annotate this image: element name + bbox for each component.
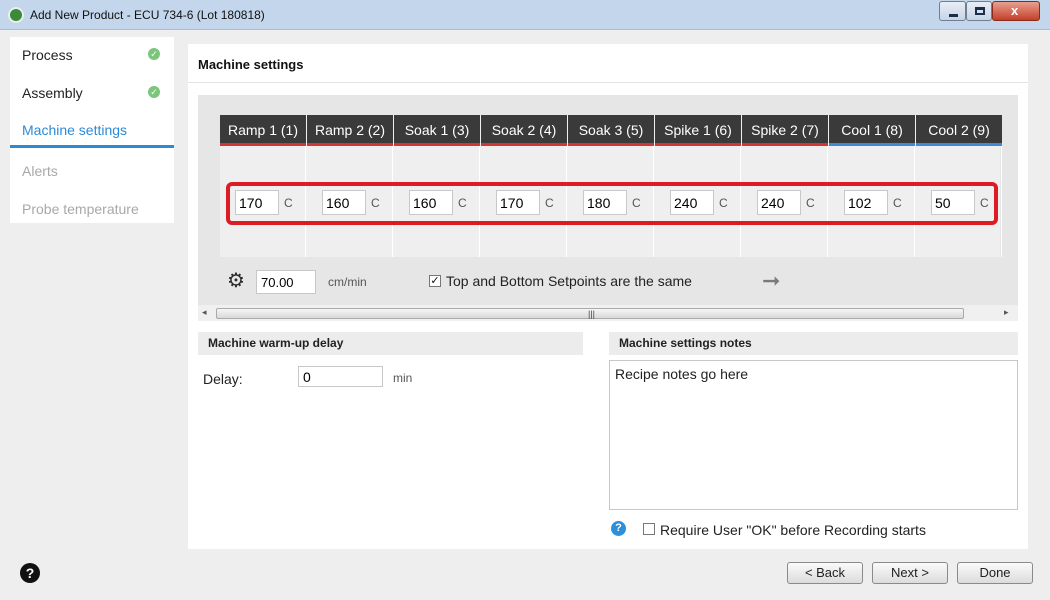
zone-header: Spike 1 (6) [655, 115, 741, 146]
sidebar-item-label: Process [22, 47, 73, 63]
sidebar-item-label: Alerts [22, 163, 58, 179]
sidebar-item-label: Machine settings [22, 122, 128, 138]
sidebar-item-probe-temperature: Probe temperature [10, 191, 174, 227]
next-button[interactable]: Next > [872, 562, 948, 584]
info-icon[interactable]: ? [611, 521, 626, 536]
same-setpoints-label: Top and Bottom Setpoints are the same [446, 273, 692, 289]
zone-header: Cool 1 (8) [829, 115, 915, 146]
setpoints-highlight [226, 182, 998, 225]
minimize-button[interactable] [939, 1, 966, 21]
done-button[interactable]: Done [957, 562, 1033, 584]
maximize-button[interactable] [966, 1, 992, 21]
zone-header: Soak 3 (5) [568, 115, 654, 146]
close-window-button[interactable]: x [992, 1, 1040, 21]
page-title: Machine settings [198, 57, 304, 72]
zone-header: Soak 1 (3) [394, 115, 480, 146]
window-title: Add New Product - ECU 734-6 (Lot 180818) [30, 8, 265, 22]
horizontal-scrollbar[interactable]: ◂ ||| ▸ [198, 305, 1018, 321]
app-icon [8, 7, 24, 23]
delay-label: Delay: [203, 371, 243, 387]
same-setpoints-checkbox[interactable]: ✓ [429, 275, 441, 287]
main-panel: Machine settings Ramp 1 (1)CRamp 2 (2)CS… [188, 44, 1028, 549]
zone-header: Ramp 1 (1) [220, 115, 306, 146]
scrollbar-thumb[interactable]: ||| [216, 308, 964, 319]
scroll-left-icon[interactable]: ◂ [202, 307, 207, 318]
zone-header: Cool 2 (9) [916, 115, 1002, 146]
notes-textarea[interactable]: Recipe notes go here [609, 360, 1018, 510]
scroll-right-icon[interactable]: ▸ [1004, 307, 1009, 318]
sidebar-item-alerts: Alerts [10, 153, 174, 189]
sidebar-item-machine-settings[interactable]: Machine settings [10, 112, 174, 148]
arrow-right-icon[interactable]: ➞ [762, 268, 780, 294]
back-button[interactable]: < Back [787, 562, 863, 584]
zone-header: Ramp 2 (2) [307, 115, 393, 146]
sidebar-item-label: Probe temperature [22, 201, 139, 217]
help-icon[interactable]: ? [20, 563, 40, 583]
delay-input[interactable] [298, 366, 383, 387]
sidebar-item-label: Assembly [22, 85, 83, 101]
minimize-icon [949, 14, 958, 17]
zone-header: Spike 2 (7) [742, 115, 828, 146]
require-ok-checkbox[interactable] [643, 523, 655, 535]
check-icon: ✓ [148, 48, 160, 60]
close-icon: x [1011, 3, 1019, 18]
warmup-section-header: Machine warm-up delay [198, 332, 583, 355]
sidebar-nav: Process ✓ Assembly ✓ Machine settings Al… [10, 37, 174, 223]
require-ok-label: Require User "OK" before Recording start… [660, 522, 926, 538]
maximize-icon [975, 7, 985, 15]
sidebar-item-assembly[interactable]: Assembly ✓ [10, 75, 174, 111]
notes-section-header: Machine settings notes [609, 332, 1018, 355]
title-bar: Add New Product - ECU 734-6 (Lot 180818)… [0, 0, 1050, 30]
title-divider [188, 82, 1028, 83]
delay-unit: min [393, 371, 413, 385]
zone-header: Soak 2 (4) [481, 115, 567, 146]
conveyor-speed-input[interactable] [256, 270, 316, 294]
conveyor-speed-unit: cm/min [328, 275, 367, 289]
gear-icon[interactable]: ⚙ [227, 268, 245, 293]
check-icon: ✓ [148, 86, 160, 98]
grip-icon: ||| [588, 309, 596, 319]
sidebar-item-process[interactable]: Process ✓ [10, 37, 174, 73]
